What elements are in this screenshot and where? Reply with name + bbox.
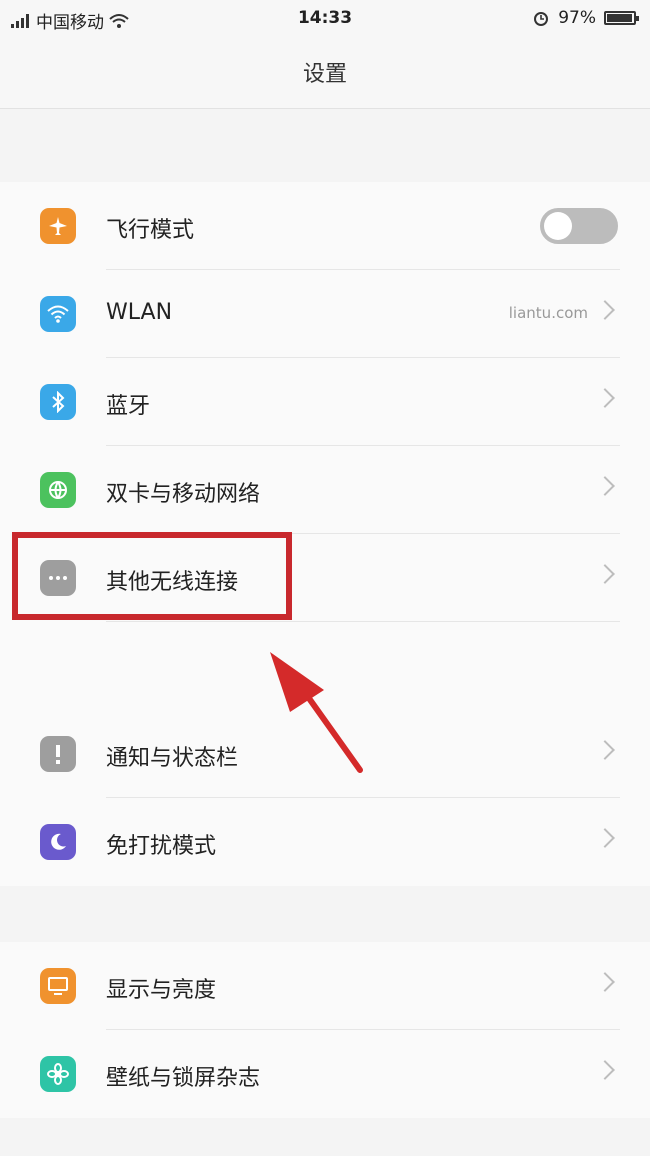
annotation-arrow bbox=[270, 652, 363, 773]
